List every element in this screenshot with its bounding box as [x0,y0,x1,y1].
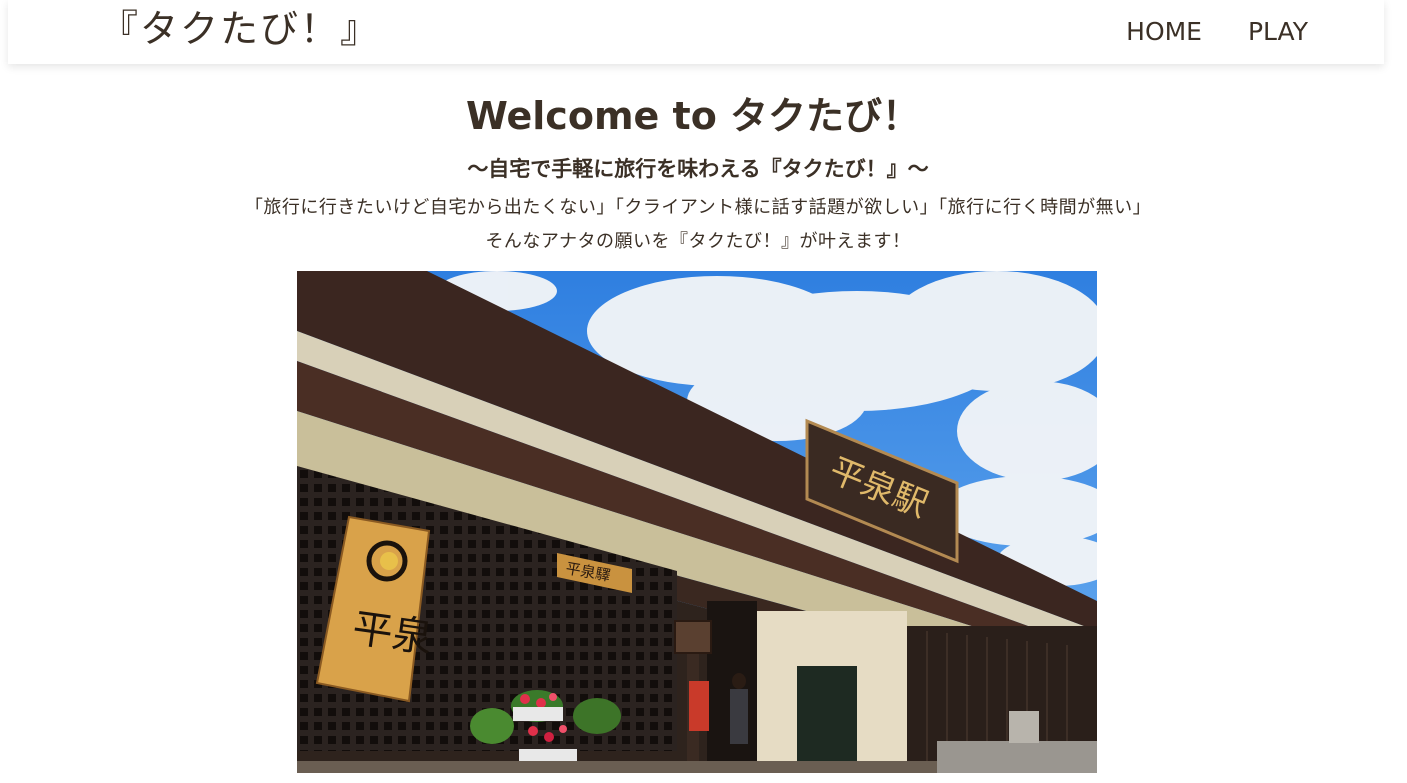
site-logo[interactable]: 『タクたび！』 [100,4,380,54]
hero-description-line-2: そんなアナタの願いを『タクたび！』が叶えます！ [485,231,911,252]
site-header: 『タクたび！』 HOME PLAY [8,0,1384,64]
hero-title: Welcome to タクたび！ [465,94,921,138]
nav-home-link[interactable]: HOME [1126,16,1202,48]
hero-subtitle: 〜自宅で手軽に旅行を味わえる『タクたび！』〜 [467,157,929,181]
hero-description-line-1: 「旅行に行きたいけど自宅から出たくない」「クライアント様に話す話題が欲しい」「旅… [244,197,1152,218]
main-nav: HOME PLAY [1126,16,1308,48]
nav-play-link[interactable]: PLAY [1248,16,1308,48]
station-photo: 平泉駅 平泉驛 平泉 [297,271,1097,773]
